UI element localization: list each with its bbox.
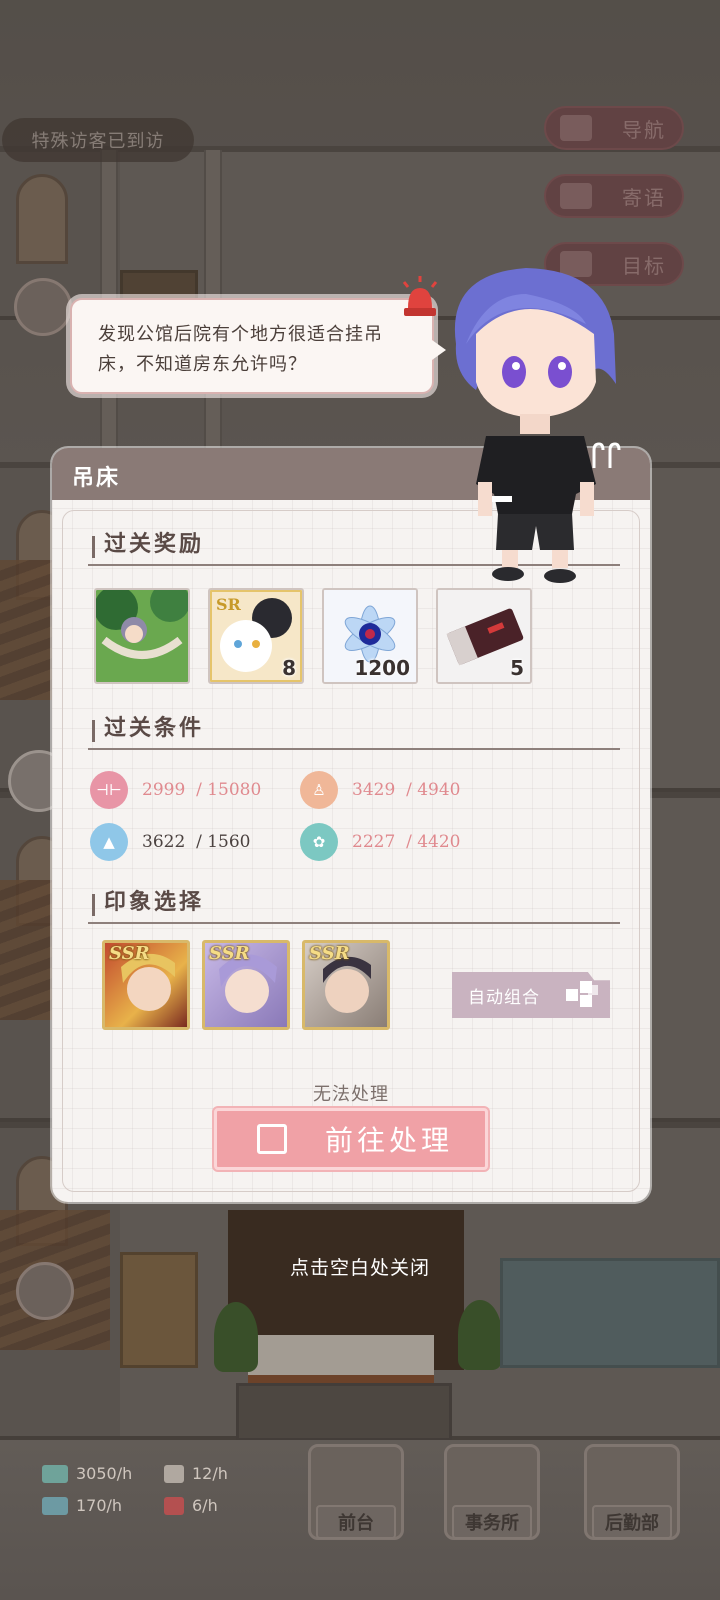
chef-icon [164,1464,184,1483]
auto-combine-button[interactable]: 自动组合 [452,972,610,1018]
reward-item-sr-cat-card[interactable]: SR 8 [208,588,304,684]
reward-item-hammock-card[interactable] [94,588,190,684]
grid-icon [566,981,598,1007]
character-card-1[interactable]: SSR [102,940,190,1030]
enter-icon [257,1124,287,1154]
resource-book: 170/h [42,1496,122,1515]
close-hint[interactable]: 点击空白处关闭 [0,1253,720,1280]
person-icon: ♙ [300,771,338,809]
svg-text:SR: SR [216,595,242,614]
reward-item-red-ticket[interactable]: 5 [436,588,532,684]
chibi-character [454,268,616,583]
character-card-3[interactable]: SSR [302,940,390,1030]
hammock-scene-icon [96,590,188,682]
flower-icon: ✿ [300,823,338,861]
book-icon [42,1496,68,1515]
dumbbell-icon: ⊣⊢ [90,771,128,809]
resource-gift: 6/h [164,1496,218,1515]
speech-bubble: 发现公馆后院有个地方很适合挂吊床，不知道房东允许吗？ [70,298,446,394]
status-text: 无法处理 [313,1084,389,1105]
condition-spirit: ✿ 2227 / 4420 [300,822,460,862]
go-handle-button[interactable]: 前往处理 [214,1108,488,1170]
tab-logistics[interactable]: 后勤部 [584,1444,680,1540]
condition-knowledge: ▲ 3622 / 1560 [90,822,250,862]
reward-item-crystal-flower[interactable]: 1200 [322,588,418,684]
impression-section-title: 印象选择 [88,888,620,924]
conditions-section-title: 过关条件 [88,714,620,750]
resource-money: 3050/h [42,1464,132,1483]
resource-staff: 12/h [164,1464,228,1483]
tab-office[interactable]: 事务所 [444,1444,540,1540]
gift-icon [164,1496,184,1515]
tab-front-desk[interactable]: 前台 [308,1444,404,1540]
condition-strength: ⊣⊢ 2999 / 15080 [90,770,261,810]
condition-charm: ♙ 3429 / 4940 [300,770,460,810]
character-card-2[interactable]: SSR [202,940,290,1030]
money-icon [42,1464,68,1483]
graduation-cap-icon: ▲ [90,823,128,861]
